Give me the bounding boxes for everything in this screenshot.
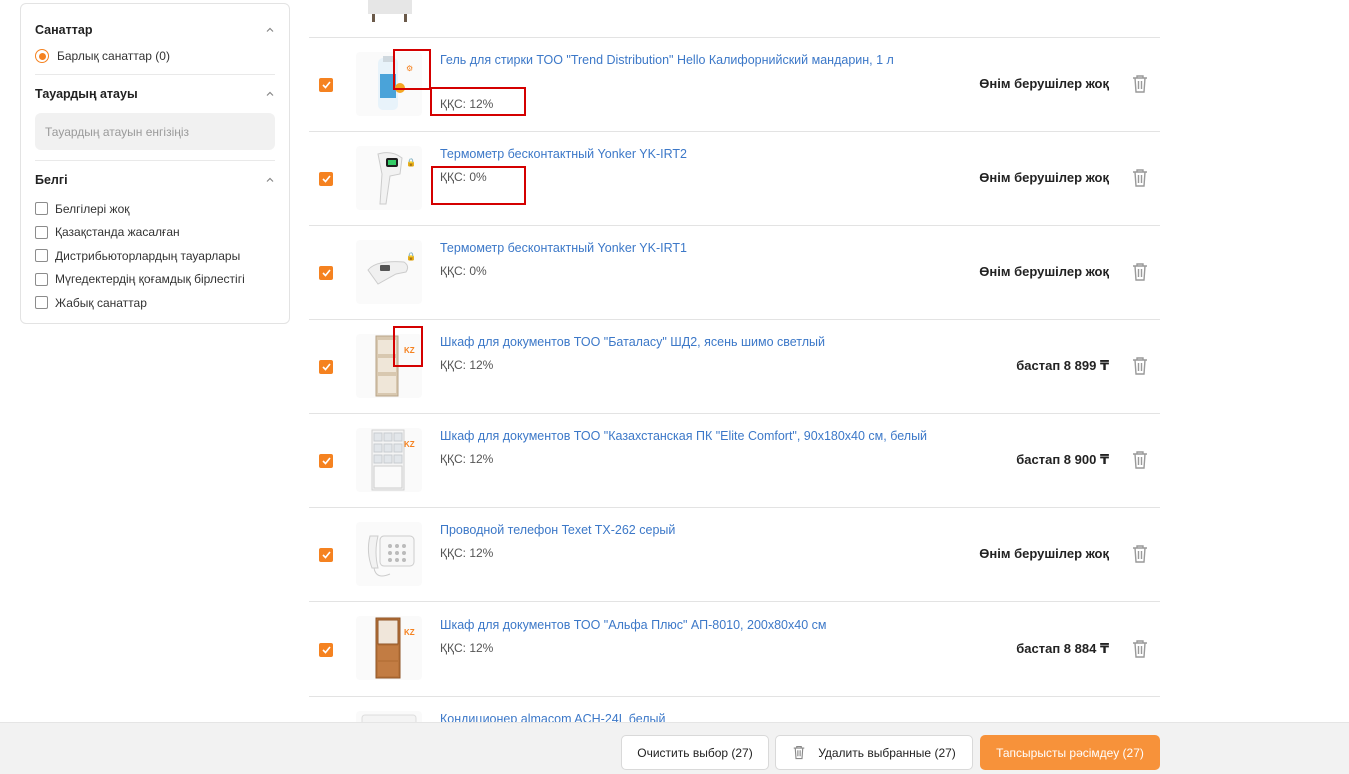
- product-image[interactable]: [356, 0, 422, 22]
- price: Өнім берушілер жоқ: [979, 170, 1109, 185]
- trash-icon[interactable]: [1131, 356, 1149, 376]
- product-image[interactable]: [356, 146, 422, 210]
- filter-title-product-name: Тауардың атауы: [35, 87, 138, 101]
- gear-icon: ⚙: [406, 64, 414, 73]
- product-title-link[interactable]: Шкаф для документов ТОО "Казахстанская П…: [440, 426, 1000, 446]
- table-row: 🔒 Термометр бесконтактный Yonker YK-IRT1…: [309, 226, 1160, 320]
- checkbox[interactable]: [35, 272, 48, 286]
- product-title-link[interactable]: Шкаф для документов ТОО "Альфа Плюс" АП-…: [440, 615, 960, 635]
- checkbox[interactable]: [35, 225, 48, 239]
- mark-option-no-marks[interactable]: Белгілері жоқ: [35, 197, 275, 221]
- mark-option-label: Жабық санаттар: [55, 295, 147, 310]
- filter-header-product-name[interactable]: Тауардың атауы: [35, 85, 275, 103]
- checkbox[interactable]: [35, 249, 48, 263]
- table-row: KZ Шкаф для документов ТОО "Казахстанска…: [309, 414, 1160, 508]
- product-title-link[interactable]: Гель для стирки ТОО "Trend Distribution"…: [440, 50, 960, 70]
- row-checkbox[interactable]: [319, 454, 333, 468]
- price: бастап 8 899 ₸: [1016, 358, 1109, 373]
- chevron-up-icon[interactable]: [265, 25, 275, 35]
- made-in-kz-icon: KZ: [404, 346, 415, 355]
- list-item-partial: [309, 0, 1160, 38]
- lock-icon: 🔒: [406, 158, 416, 167]
- trash-icon[interactable]: [1131, 450, 1149, 470]
- product-title-link[interactable]: Шкаф для документов ТОО "Баталасу" ШД2, …: [440, 332, 960, 352]
- mark-option-label: Белгілері жоқ: [55, 201, 130, 216]
- table-row: Проводной телефон Texet TX-262 серый ҚҚС…: [309, 508, 1160, 602]
- delete-selected-label: Удалить выбранные (27): [818, 745, 956, 760]
- filter-title-marks: Белгі: [35, 173, 68, 187]
- vat-rate: ҚҚС: 12%: [440, 641, 494, 655]
- chevron-up-icon[interactable]: [265, 89, 275, 99]
- row-checkbox[interactable]: [319, 643, 333, 657]
- price: Өнім берушілер жоқ: [979, 76, 1109, 91]
- price: Өнім берушілер жоқ: [979, 546, 1109, 561]
- product-image[interactable]: [356, 522, 422, 586]
- checkbox[interactable]: [35, 296, 48, 310]
- vat-rate: ҚҚС: 12%: [440, 546, 494, 560]
- vat-rate: ҚҚС: 12%: [440, 358, 494, 372]
- price: бастап 8 900 ₸: [1016, 452, 1109, 467]
- price: Өнім берушілер жоқ: [979, 264, 1109, 279]
- product-image[interactable]: [356, 240, 422, 304]
- product-image[interactable]: [356, 616, 422, 680]
- mark-option-closed-categories[interactable]: Жабық санаттар: [35, 291, 275, 315]
- trash-icon[interactable]: [1131, 74, 1149, 94]
- table-row: KZ Шкаф для документов ТОО "Баталасу" ШД…: [309, 320, 1160, 414]
- chevron-up-icon[interactable]: [265, 175, 275, 185]
- made-in-kz-icon: KZ: [404, 628, 415, 637]
- trash-icon[interactable]: [1131, 639, 1149, 659]
- vat-rate: ҚҚС: 12%: [440, 97, 494, 111]
- filter-header-categories[interactable]: Санаттар: [35, 21, 275, 39]
- delete-selected-button[interactable]: Удалить выбранные (27): [775, 735, 973, 770]
- clear-selection-button[interactable]: Очистить выбор (27): [621, 735, 769, 770]
- table-row: KZ Шкаф для документов ТОО "Альфа Плюс" …: [309, 602, 1160, 697]
- product-title-link[interactable]: Термометр бесконтактный Yonker YK-IRT2: [440, 144, 960, 164]
- product-image[interactable]: [356, 52, 422, 116]
- mark-option-disabled-association[interactable]: Мүгедектердің қоғамдық бірлестігі: [35, 268, 275, 292]
- filter-title-categories: Санаттар: [35, 23, 93, 37]
- trash-icon: [792, 745, 806, 760]
- mark-option-made-in-kz[interactable]: Қазақстанда жасалған: [35, 221, 275, 245]
- trash-icon[interactable]: [1131, 168, 1149, 188]
- vat-rate: ҚҚС: 0%: [440, 170, 487, 184]
- price: бастап 8 884 ₸: [1016, 641, 1109, 656]
- filter-header-marks[interactable]: Белгі: [35, 171, 275, 189]
- filter-section-categories: Санаттар Барлық санаттар (0): [35, 4, 275, 75]
- made-in-kz-icon: KZ: [404, 440, 415, 449]
- row-checkbox[interactable]: [319, 548, 333, 562]
- radio-all-categories[interactable]: Барлық санаттар (0): [35, 47, 275, 65]
- vat-rate: ҚҚС: 0%: [440, 264, 487, 278]
- lock-icon: 🔒: [406, 252, 416, 261]
- checkbox[interactable]: [35, 202, 48, 216]
- product-image[interactable]: [356, 334, 422, 398]
- product-title-link[interactable]: Термометр бесконтактный Yonker YK-IRT1: [440, 238, 960, 258]
- trash-icon[interactable]: [1131, 262, 1149, 282]
- table-row: ⚙ Гель для стирки ТОО "Trend Distributio…: [309, 38, 1160, 132]
- table-row: 🔒 Термометр бесконтактный Yonker YK-IRT2…: [309, 132, 1160, 226]
- bottom-action-bar: Очистить выбор (27) Удалить выбранные (2…: [0, 722, 1349, 774]
- row-checkbox[interactable]: [319, 360, 333, 374]
- mark-option-label: Қазақстанда жасалған: [55, 225, 180, 240]
- product-title-link[interactable]: Проводной телефон Texet TX-262 серый: [440, 520, 960, 540]
- radio-selected-icon[interactable]: [35, 49, 49, 63]
- product-name-input[interactable]: [35, 113, 275, 150]
- product-image[interactable]: [356, 428, 422, 492]
- filter-panel: Санаттар Барлық санаттар (0) Тауардың ат…: [20, 3, 290, 324]
- row-checkbox[interactable]: [319, 172, 333, 186]
- row-checkbox[interactable]: [319, 266, 333, 280]
- radio-label: Барлық санаттар (0): [57, 49, 170, 63]
- vat-rate: ҚҚС: 12%: [440, 452, 494, 466]
- mark-option-distributors[interactable]: Дистрибьюторлардың тауарлары: [35, 244, 275, 268]
- mark-option-label: Мүгедектердің қоғамдық бірлестігі: [55, 272, 245, 287]
- product-list: ⚙ Гель для стирки ТОО "Trend Distributio…: [309, 0, 1160, 737]
- mark-option-label: Дистрибьюторлардың тауарлары: [55, 248, 241, 263]
- trash-icon[interactable]: [1131, 544, 1149, 564]
- filter-section-marks: Белгі Белгілері жоқ Қазақстанда жасалған…: [35, 161, 275, 315]
- filter-section-product-name: Тауардың атауы: [35, 75, 275, 161]
- place-order-button[interactable]: Тапсырысты рәсімдеу (27): [980, 735, 1160, 770]
- row-checkbox[interactable]: [319, 78, 333, 92]
